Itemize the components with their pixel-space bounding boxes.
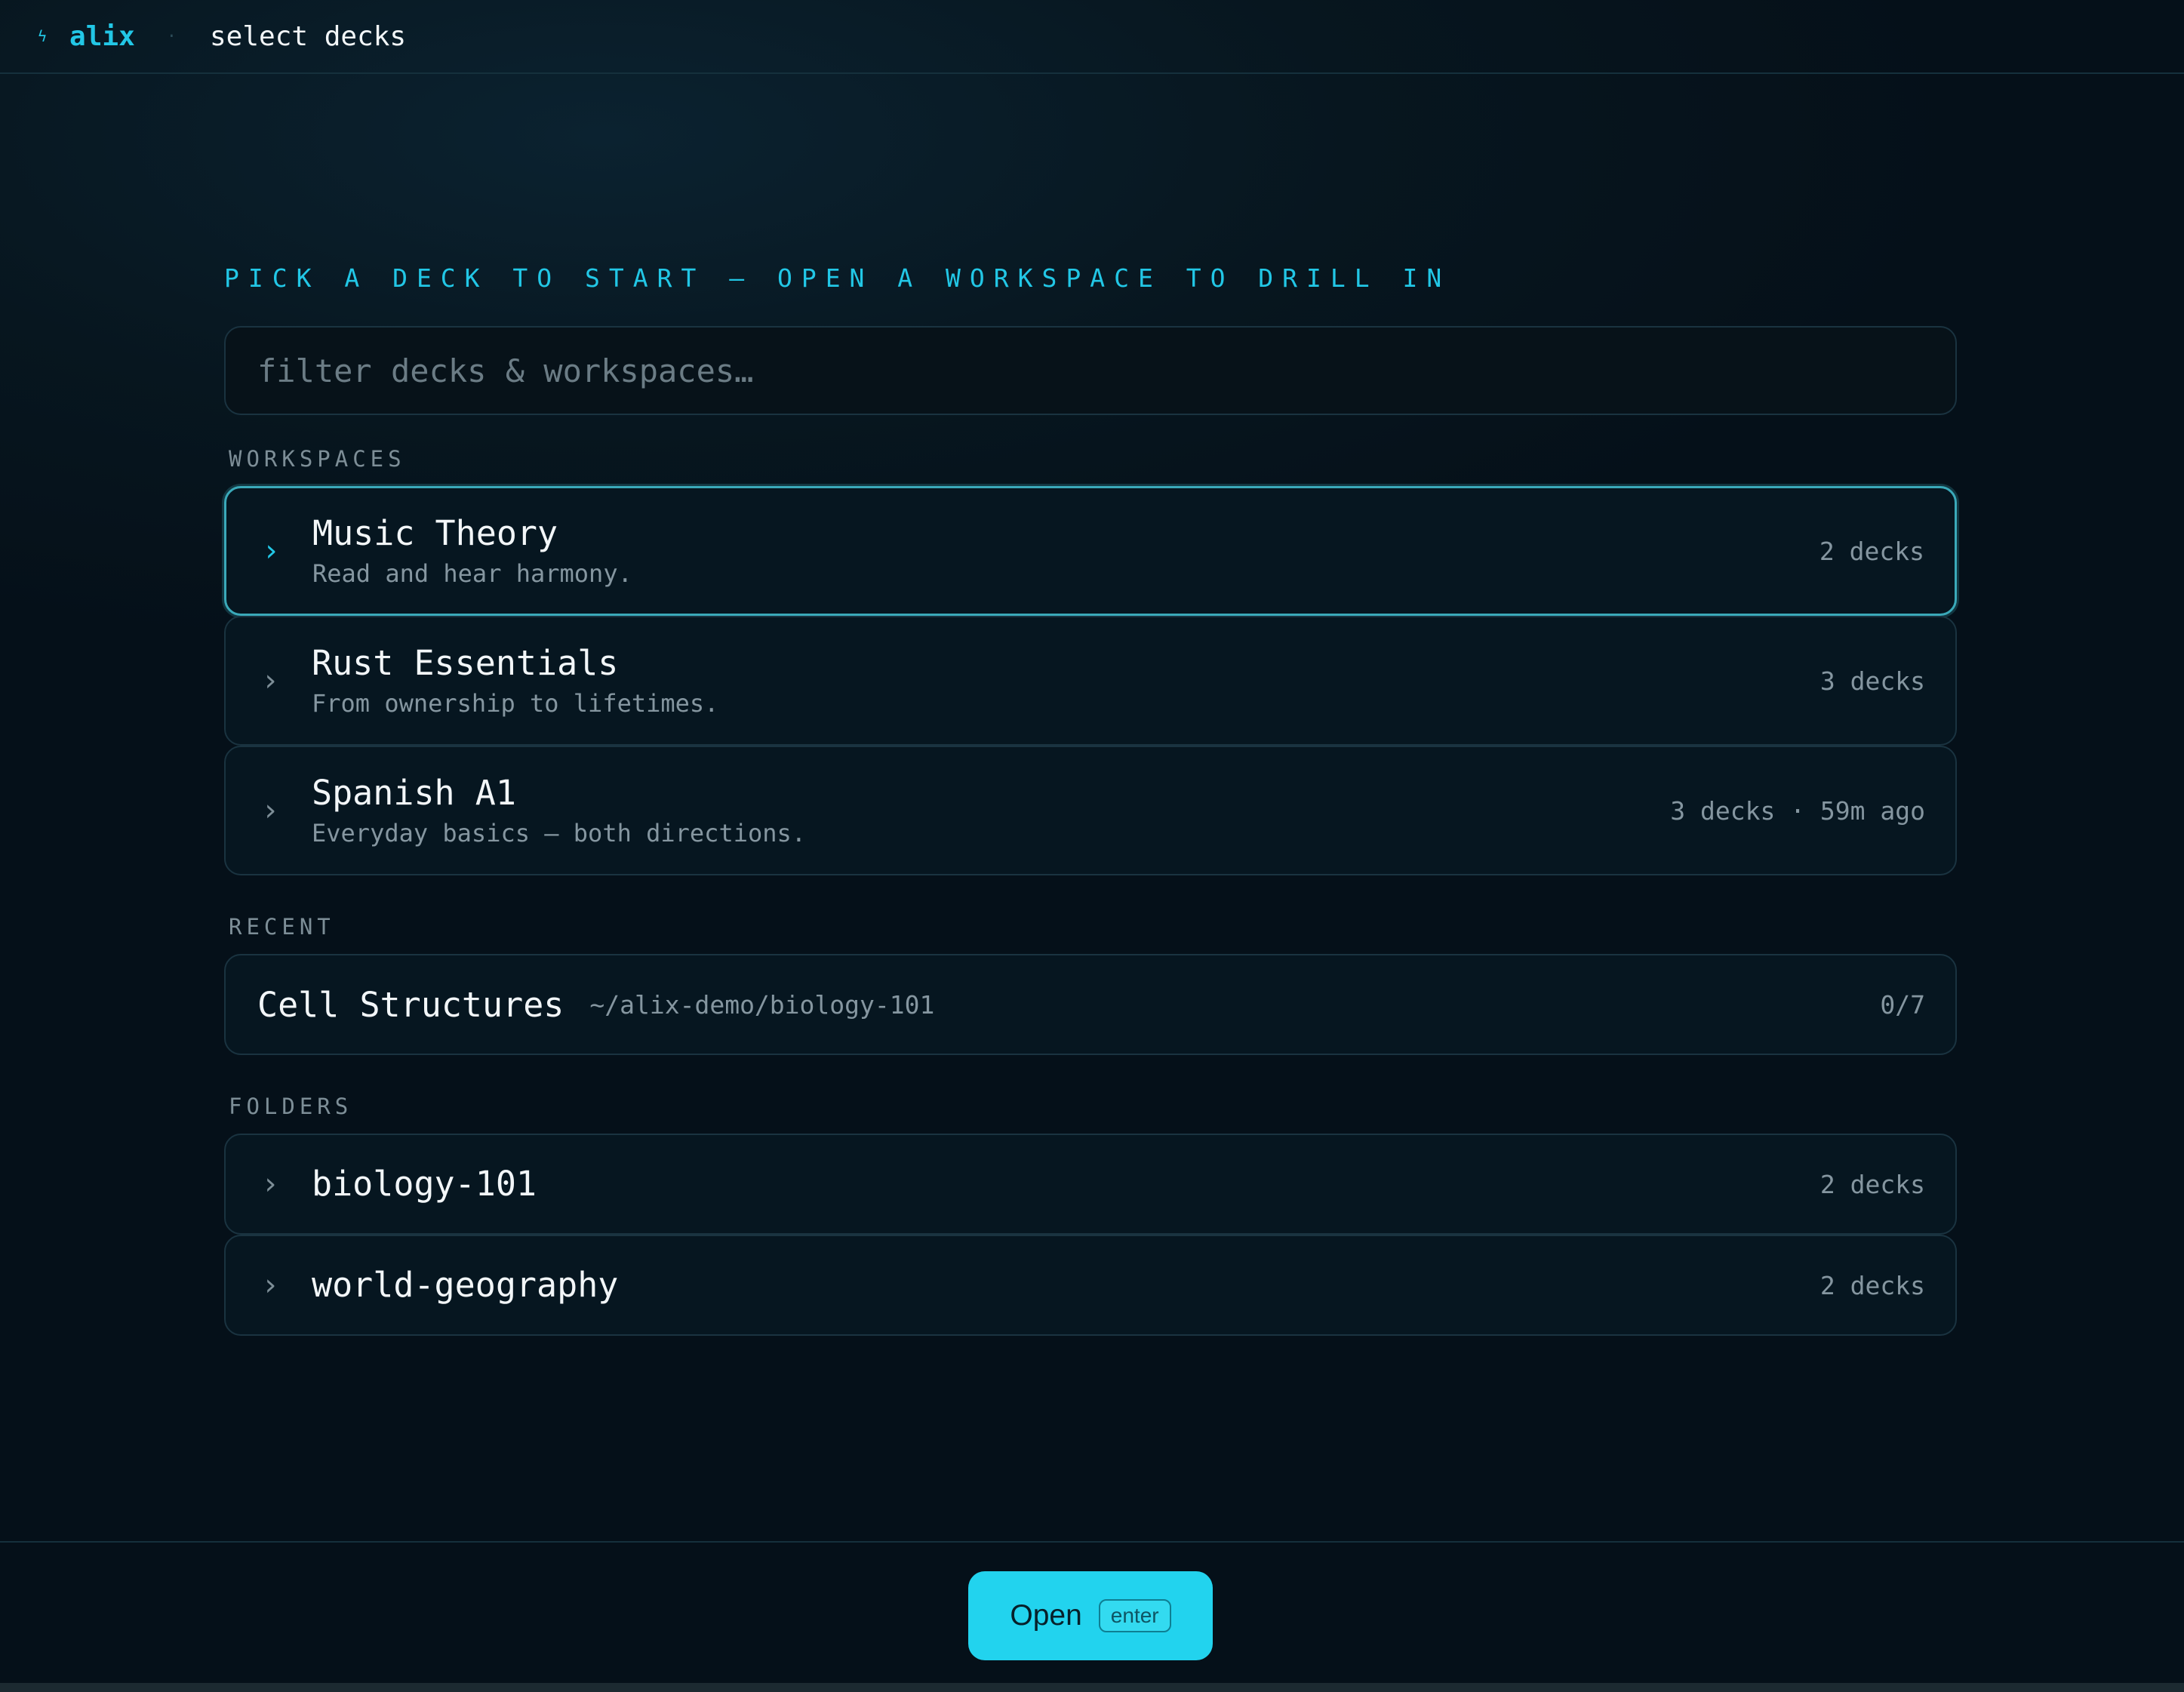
search-box[interactable] xyxy=(224,326,1957,415)
bottom-strip xyxy=(0,1683,2184,1692)
recent-deck-path: ~/alix-demo/biology-101 xyxy=(589,989,935,1020)
folder-text: biology-101 xyxy=(312,1162,1820,1206)
chevron-right-icon: › xyxy=(261,534,281,568)
workspace-list: › Music Theory Read and hear harmony. 2 … xyxy=(224,486,1957,875)
workspace-title: Spanish A1 xyxy=(312,773,516,813)
workspace-text: Spanish A1 Everyday basics — both direct… xyxy=(312,771,1670,850)
app-brand[interactable]: alix xyxy=(69,21,135,52)
search-input[interactable] xyxy=(257,352,1955,389)
top-bar: ϟ alix · select decks xyxy=(0,0,2184,74)
footer-bar: Open enter xyxy=(0,1541,2184,1686)
workspace-deck-count: 2 decks xyxy=(1819,536,1924,566)
chevron-right-icon: › xyxy=(260,1268,280,1303)
workspace-row-rust-essentials[interactable]: › Rust Essentials From ownership to life… xyxy=(224,616,1957,746)
workspace-row-spanish-a1[interactable]: › Spanish A1 Everyday basics — both dire… xyxy=(224,746,1957,875)
page-headline: PICK A DECK TO START — OPEN A WORKSPACE … xyxy=(224,263,1451,293)
chevron-right-icon: › xyxy=(260,1167,280,1201)
workspace-text: Rust Essentials From ownership to lifeti… xyxy=(312,641,1820,720)
folder-row-biology-101[interactable]: › biology-101 2 decks xyxy=(224,1134,1957,1235)
folder-list: › biology-101 2 decks › world-geography … xyxy=(224,1134,1957,1336)
workspace-subtitle: Everyday basics — both directions. xyxy=(312,819,807,848)
deck-picker: PICK A DECK TO START — OPEN A WORKSPACE … xyxy=(224,257,1957,1336)
recent-list: Cell Structures ~/alix-demo/biology-101 … xyxy=(224,954,1957,1055)
shortcut-hint: enter xyxy=(1098,1599,1171,1632)
breadcrumb-current: select decks xyxy=(210,20,407,52)
recent-deck-title: Cell Structures xyxy=(257,984,564,1025)
folder-row-world-geography[interactable]: › world-geography 2 decks xyxy=(224,1235,1957,1336)
folder-text: world-geography xyxy=(312,1263,1820,1307)
workspace-row-music-theory[interactable]: › Music Theory Read and hear harmony. 2 … xyxy=(224,486,1957,616)
section-label-folders: FOLDERS xyxy=(229,1094,353,1119)
chevron-right-icon: › xyxy=(260,663,280,698)
section-label-workspaces: WORKSPACES xyxy=(229,446,406,472)
app-window: ϟ alix · select decks PICK A DECK TO STA… xyxy=(0,0,2184,1692)
workspace-subtitle: Read and hear harmony. xyxy=(312,559,632,588)
workspace-title: Rust Essentials xyxy=(312,643,619,683)
workspace-deck-count: 3 decks · 59m ago xyxy=(1670,795,1925,826)
workspace-deck-count: 3 decks xyxy=(1819,666,1925,696)
folder-name: world-geography xyxy=(312,1265,619,1305)
folder-name: biology-101 xyxy=(312,1164,537,1204)
folder-deck-count: 2 decks xyxy=(1819,1270,1925,1300)
open-button-label: Open xyxy=(1010,1599,1082,1632)
workspace-text: Music Theory Read and hear harmony. xyxy=(312,512,1819,590)
chevron-right-icon: › xyxy=(260,793,280,828)
workspace-subtitle: From ownership to lifetimes. xyxy=(312,689,719,718)
workspace-title: Music Theory xyxy=(312,513,558,553)
breadcrumb-separator: · xyxy=(166,26,177,46)
open-button[interactable]: Open enter xyxy=(968,1571,1213,1660)
section-label-recent: RECENT xyxy=(229,914,335,940)
folder-deck-count: 2 decks xyxy=(1819,1169,1925,1199)
recent-deck-row[interactable]: Cell Structures ~/alix-demo/biology-101 … xyxy=(224,954,1957,1055)
bolt-icon: ϟ xyxy=(38,27,48,45)
recent-deck-progress: 0/7 xyxy=(1880,989,1925,1020)
